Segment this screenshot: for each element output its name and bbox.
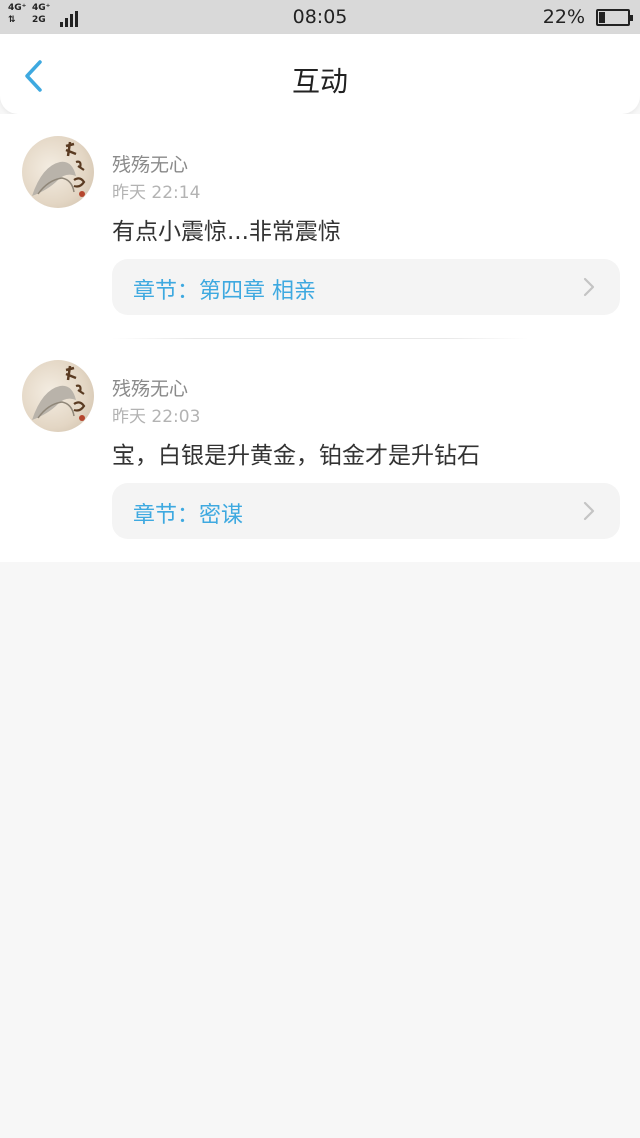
header: 互动 bbox=[0, 34, 640, 114]
timestamp: 昨天 22:03 bbox=[112, 407, 201, 427]
timestamp: 昨天 22:14 bbox=[112, 183, 201, 203]
username[interactable]: 残殇无心 bbox=[112, 374, 188, 401]
comment-text: 宝，白银是升黄金，铂金才是升钻石 bbox=[112, 443, 480, 469]
chapter-link[interactable]: 章节：密谋 bbox=[112, 483, 620, 539]
avatar[interactable] bbox=[22, 360, 94, 432]
comment-text: 有点小震惊...非常震惊 bbox=[112, 219, 341, 245]
chapter-label: 章节：第四章 相亲 bbox=[133, 279, 316, 304]
status-bar: 4G⁺ 4G⁺ ⇅ 2G 08:05 22% bbox=[0, 0, 640, 34]
battery-level-fill bbox=[599, 12, 605, 23]
page-title: 互动 bbox=[291, 65, 348, 98]
chapter-label: 章节：密谋 bbox=[133, 503, 244, 528]
avatar-illustration-icon bbox=[32, 365, 86, 421]
avatar-illustration-icon bbox=[32, 141, 86, 197]
list-item: 残殇无心 昨天 22:03 宝，白银是升黄金，铂金才是升钻石 章节：密谋 bbox=[0, 338, 640, 562]
username[interactable]: 残殇无心 bbox=[112, 150, 188, 177]
battery-percentage: 22% bbox=[542, 6, 585, 28]
chevron-right-icon bbox=[583, 501, 595, 521]
list-item: 残殇无心 昨天 22:14 有点小震惊...非常震惊 章节：第四章 相亲 bbox=[0, 114, 640, 339]
battery-icon bbox=[596, 9, 633, 26]
chevron-right-icon bbox=[583, 277, 595, 297]
chapter-link[interactable]: 章节：第四章 相亲 bbox=[112, 259, 620, 315]
avatar[interactable] bbox=[22, 136, 94, 208]
interaction-list: 残殇无心 昨天 22:14 有点小震惊...非常震惊 章节：第四章 相亲 残殇无… bbox=[0, 114, 640, 562]
